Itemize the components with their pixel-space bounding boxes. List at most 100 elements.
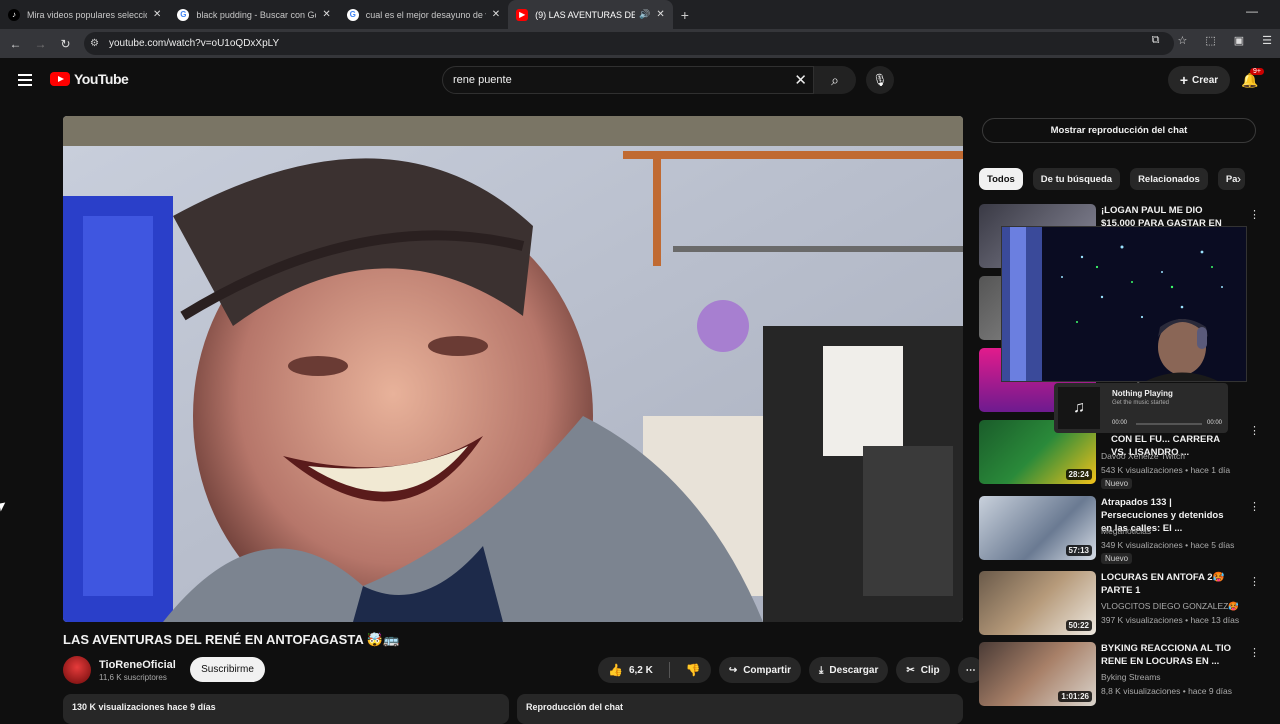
video-frame — [63, 116, 963, 622]
music-title: Nothing Playing — [1112, 389, 1173, 398]
chat-replay-label: Reproducción del chat — [526, 702, 624, 712]
chip-from-search[interactable]: De tu búsqueda — [1032, 168, 1121, 190]
browser-tab-google-2[interactable]: G cual es el mejor desayuno de v ✕ — [339, 0, 508, 29]
chip-related[interactable]: Relacionados — [1130, 168, 1208, 190]
subscriber-count: 11,6 K suscriptores — [99, 672, 167, 682]
clear-search-icon[interactable]: ✕ — [794, 71, 807, 89]
music-time-start: 00:00 — [1112, 420, 1128, 426]
video-thumbnail[interactable]: 50:22 — [979, 571, 1096, 635]
clip-label: Clip — [920, 664, 940, 676]
video-thumbnail[interactable]: 1:01:26 — [979, 642, 1096, 706]
menu-icon[interactable] — [18, 74, 32, 89]
toolbar-right: ⧉ ☆ ⬚ ▣ ☰ — [1152, 34, 1272, 47]
more-vert-icon[interactable]: ⋮ — [1249, 424, 1260, 437]
rec-channel[interactable]: Byking Streams — [1101, 672, 1161, 682]
music-time-end: 00:00 — [1206, 420, 1222, 426]
like-button[interactable]: 👍 6,2 K — [598, 663, 663, 677]
rec-channel[interactable]: Meganoticias — [1101, 526, 1151, 536]
rec-title[interactable]: LOCURAS EN ANTOFA 2🥵 PARTE 1 — [1101, 571, 1236, 597]
video-thumbnail[interactable]: 57:13 — [979, 496, 1096, 560]
show-chat-replay-button[interactable]: Mostrar reproducción del chat — [982, 118, 1256, 143]
clip-button[interactable]: ✂ Clip — [896, 657, 950, 683]
url-text: youtube.com/watch?v=oU1oQDxXpLY — [108, 38, 280, 49]
more-vert-icon[interactable]: ⋮ — [1249, 500, 1260, 513]
rec-meta: 397 K visualizaciones • hace 13 días — [1101, 615, 1240, 625]
microphone-icon: 🎙 — [872, 73, 888, 87]
bookmark-star-icon[interactable]: ☆ — [1177, 34, 1187, 47]
rec-meta: 8,8 K visualizaciones • hace 9 días — [1101, 686, 1233, 696]
share-button[interactable]: ↪ Compartir — [718, 657, 801, 683]
music-progress-bar[interactable] — [1136, 423, 1202, 425]
youtube-header: YouTube rene puente ✕ ⌕ 🎙 + Crear 🔔 9+ — [0, 58, 1280, 102]
tab-title: black pudding - Buscar con Go — [196, 9, 317, 20]
recommended-video[interactable]: 1:01:26 BYKING REACCIONA AL TIO RENE EN … — [979, 642, 1269, 708]
thumbs-up-icon: 👍 — [608, 663, 623, 677]
sidepanel-icon[interactable]: ▣ — [1234, 34, 1244, 47]
more-vert-icon[interactable]: ⋮ — [1249, 646, 1260, 659]
more-vert-icon[interactable]: ⋮ — [1249, 208, 1260, 221]
recommended-video[interactable]: 57:13 Atrapados 133 | Persecuciones y de… — [979, 496, 1269, 564]
close-tab-icon[interactable]: ✕ — [492, 9, 500, 20]
video-title: LAS AVENTURAS DEL RENÉ EN ANTOFAGASTA 🤯🚌 — [63, 632, 400, 647]
search-input[interactable]: rene puente ✕ — [442, 66, 814, 94]
download-button[interactable]: ⤓ Descargar — [809, 657, 889, 683]
profile-icon[interactable]: ☰ — [1262, 34, 1272, 47]
channel-avatar[interactable] — [63, 656, 91, 684]
like-count: 6,2 K — [628, 664, 653, 676]
google-icon: G — [346, 8, 359, 21]
rec-meta: 349 K visualizaciones • hace 5 días — [1101, 540, 1235, 550]
close-tab-icon[interactable]: ✕ — [153, 9, 161, 20]
video-duration: 28:24 — [1065, 469, 1092, 480]
rec-channel[interactable]: Davoo Xeneize Twitch — [1101, 451, 1185, 461]
voice-search-button[interactable]: 🎙 — [866, 66, 894, 94]
rec-title[interactable]: BYKING REACCIONA AL TIO RENE EN LOCURAS … — [1101, 642, 1236, 668]
subscribe-button[interactable]: Suscribirme — [190, 657, 265, 682]
close-tab-icon[interactable]: ✕ — [656, 9, 664, 20]
minimize-icon[interactable]: — — [1246, 4, 1258, 18]
browser-tab-strip: ♪ Mira videos populares seleccio ✕ G bla… — [0, 0, 1280, 29]
youtube-logo[interactable]: YouTube — [50, 71, 129, 87]
more-vert-icon[interactable]: ⋮ — [1249, 575, 1260, 588]
more-horizontal-icon: ⋯ — [965, 664, 976, 676]
recommended-video[interactable]: 50:22 LOCURAS EN ANTOFA 2🥵 PARTE 1 VLOGC… — [979, 571, 1269, 637]
browser-tab-tiktok[interactable]: ♪ Mira videos populares seleccio ✕ — [0, 0, 169, 29]
chevron-right-icon[interactable]: › — [1237, 172, 1241, 186]
close-tab-icon[interactable]: ✕ — [322, 9, 330, 20]
share-label: Compartir — [743, 664, 791, 676]
divider — [668, 662, 670, 678]
create-label: Crear — [1192, 74, 1219, 86]
forward-icon[interactable]: → — [28, 37, 53, 51]
browser-tab-youtube[interactable]: ▶ (9) LAS AVENTURAS DEL RE 🔊 ✕ — [508, 0, 673, 29]
extensions-icon[interactable]: ⬚ — [1205, 34, 1215, 47]
speaker-icon[interactable]: 🔊 — [639, 9, 650, 20]
create-button[interactable]: + Crear — [1168, 66, 1230, 94]
music-note-icon: ♫ — [1058, 387, 1100, 429]
scissors-icon: ✂ — [906, 664, 915, 676]
notifications-button[interactable]: 🔔 9+ — [1241, 68, 1264, 89]
rec-meta: 543 K visualizaciones • hace 1 día — [1101, 465, 1231, 475]
reload-icon[interactable]: ↻ — [53, 37, 78, 51]
plus-icon: + — [1179, 72, 1189, 88]
rec-channel[interactable]: VLOGCITOS DIEGO GONZALEZ🥵 — [1101, 601, 1239, 612]
channel-name[interactable]: TioReneOficial — [99, 659, 176, 671]
site-info-icon[interactable]: ⚙ — [90, 38, 99, 49]
new-tab-icon[interactable]: + — [681, 7, 689, 23]
google-icon: G — [177, 8, 190, 21]
search-icon: ⌕ — [831, 71, 839, 88]
chip-all[interactable]: Todos — [979, 168, 1023, 190]
cast-icon[interactable]: ⧉ — [1152, 34, 1160, 47]
music-widget[interactable]: ♫ Nothing Playing Get the music started … — [1054, 383, 1228, 433]
search-value: rene puente — [453, 74, 512, 86]
youtube-icon: ▶ — [516, 8, 529, 21]
dislike-button[interactable]: 👎 — [676, 663, 711, 677]
browser-tab-google-1[interactable]: G black pudding - Buscar con Go ✕ — [169, 0, 338, 29]
tab-title: cual es el mejor desayuno de v — [365, 9, 486, 20]
address-bar[interactable]: ⚙ youtube.com/watch?v=oU1oQDxXpLY — [84, 32, 1174, 55]
video-player[interactable] — [63, 116, 963, 622]
tiktok-icon: ♪ — [8, 8, 20, 21]
search-button[interactable]: ⌕ — [814, 66, 856, 94]
back-icon[interactable]: ← — [3, 37, 28, 51]
view-stats: 130 K visualizaciones hace 9 días — [72, 702, 216, 712]
tab-title: Mira videos populares seleccio — [27, 9, 147, 20]
video-duration: 50:22 — [1065, 620, 1092, 631]
